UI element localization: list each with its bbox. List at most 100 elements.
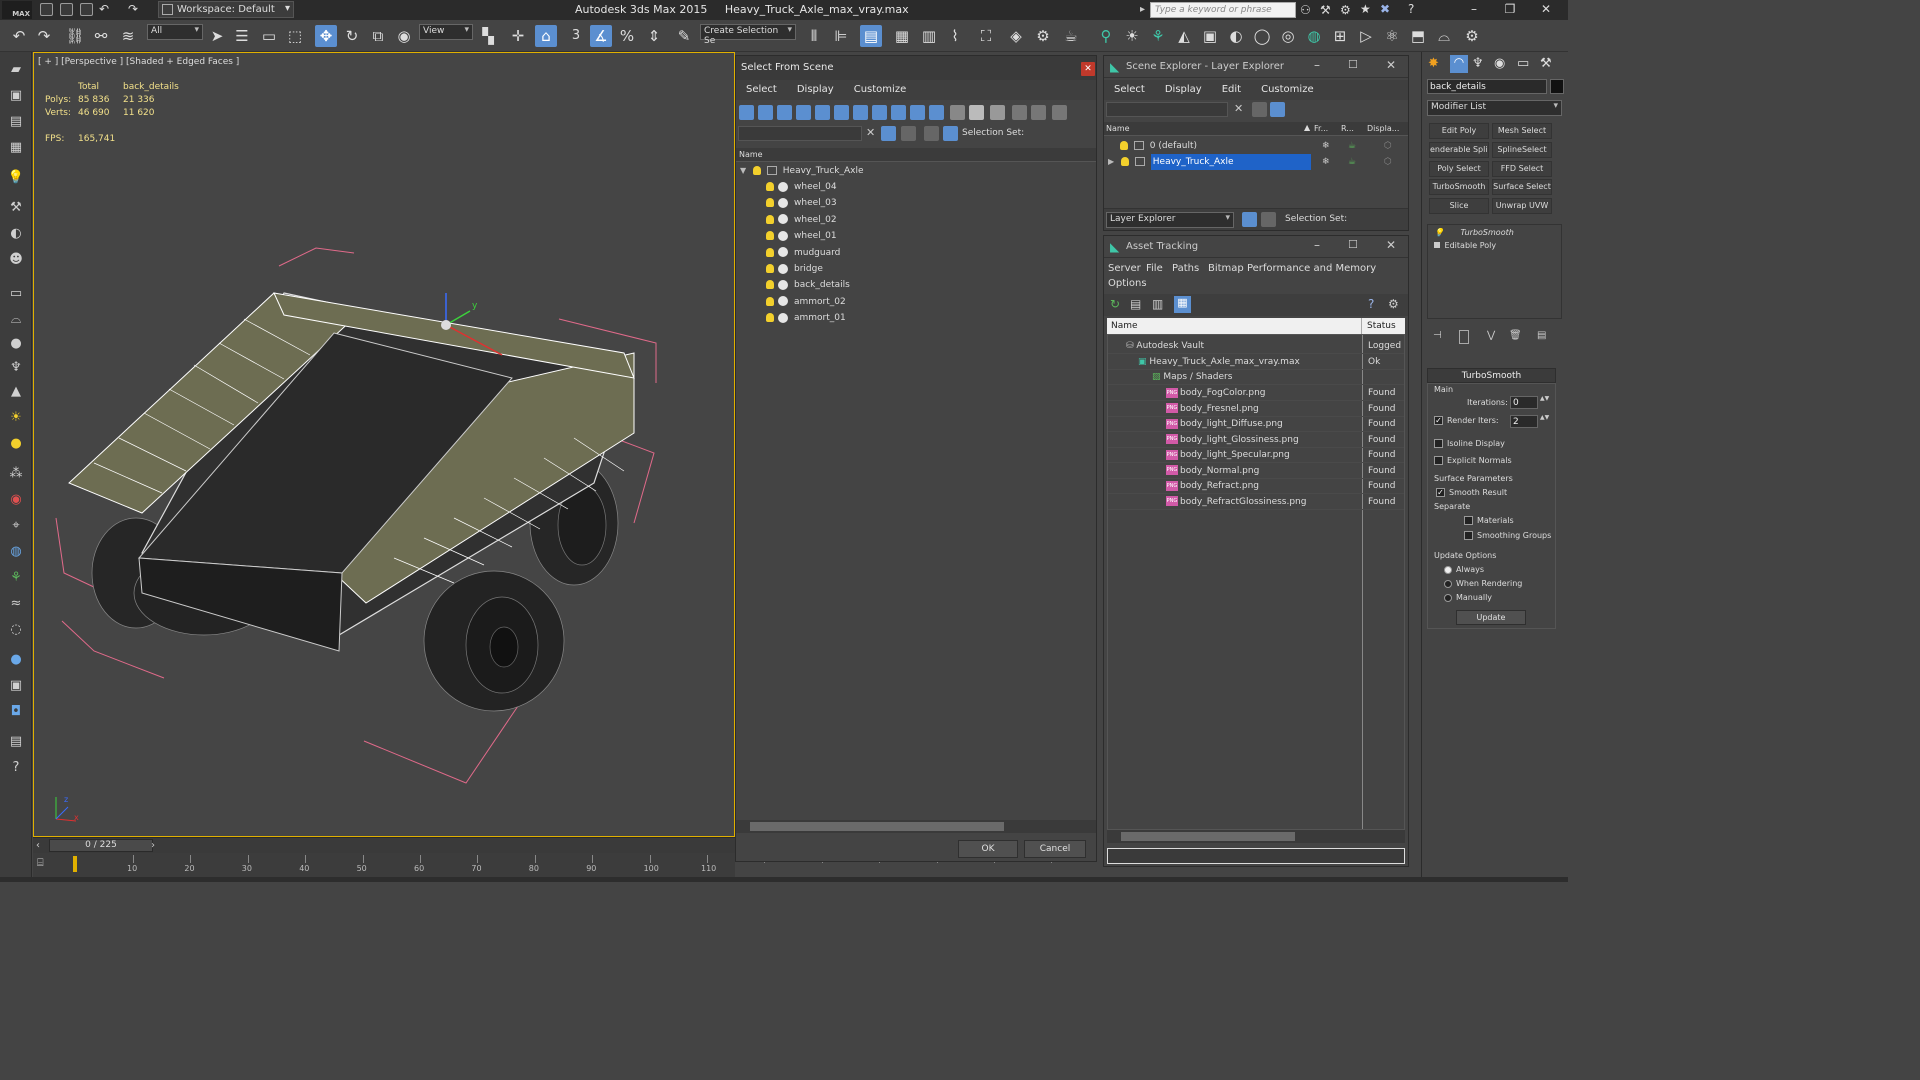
smooth-result-option[interactable]: ✓ Smooth Result (1436, 488, 1507, 497)
move-icon[interactable]: ✥ (315, 25, 337, 47)
mirror-icon[interactable]: ⫴ (803, 25, 825, 47)
light-bulb-icon[interactable]: 💡 (5, 168, 27, 188)
vray-proxy-icon[interactable]: ▣ (1199, 25, 1221, 47)
se-minimize-button[interactable]: – (1314, 58, 1320, 72)
hierarchy-filter-icon[interactable] (1031, 105, 1046, 120)
modifier-button[interactable]: SplineSelect (1492, 141, 1552, 158)
max-logo[interactable]: MAX (2, 1, 32, 19)
at-col-name[interactable]: Name (1111, 321, 1138, 331)
sfs-object-row[interactable]: bridge (736, 261, 1096, 277)
modifier-button[interactable]: enderable Splir (1429, 141, 1489, 158)
manually-radio[interactable] (1444, 593, 1452, 602)
time-slider[interactable]: ‹ 0 / 225 › (33, 837, 735, 853)
smooth-result-checkbox[interactable]: ✓ (1436, 488, 1445, 497)
sfs-hscrollbar[interactable] (736, 820, 1096, 833)
bones-filter-icon[interactable] (891, 105, 906, 120)
se-menu-select[interactable]: Select (1104, 80, 1155, 95)
se-menu-display[interactable]: Display (1155, 80, 1212, 95)
expand-icon[interactable]: ▶ (1108, 157, 1114, 166)
list-view-icon[interactable]: ▤ (1130, 297, 1141, 311)
modifier-button[interactable]: Unwrap UVW (1492, 198, 1552, 215)
physics-icon[interactable]: ◉ (5, 490, 27, 510)
vray-clipper-icon[interactable]: ⊞ (1329, 25, 1351, 47)
vray-sphere-icon[interactable]: ◯ (1251, 25, 1273, 47)
column-divider[interactable] (1361, 318, 1362, 334)
update-button[interactable]: Update (1456, 610, 1526, 625)
sfs-object-row[interactable]: mudguard (736, 245, 1096, 261)
vray-plane-icon[interactable]: ◭ (1173, 25, 1195, 47)
graphite-ribbon-icon[interactable]: ▥ (918, 25, 940, 47)
tools-icon[interactable]: ⚒ (5, 198, 27, 218)
at-maps-row[interactable]: ▨ Maps / Shaders (1108, 370, 1404, 385)
geometry-filter-icon[interactable] (739, 105, 754, 120)
sfs-column-name[interactable]: Name (736, 148, 1096, 162)
render-iters-option[interactable]: ✓ Render Iters: (1434, 416, 1499, 425)
materials-checkbox[interactable] (1464, 516, 1473, 525)
always-radio[interactable] (1444, 565, 1452, 574)
selection-set-icon[interactable] (943, 126, 958, 141)
sfs-menu-customize[interactable]: Customize (844, 80, 917, 95)
create-tab-icon[interactable]: ✸ (1428, 56, 1439, 71)
sfs-object-row[interactable]: wheel_04 (736, 179, 1096, 195)
cancel-button[interactable]: Cancel (1024, 840, 1086, 858)
se-menu-customize[interactable]: Customize (1251, 80, 1324, 95)
rotate-icon[interactable]: ↻ (341, 25, 363, 47)
modifier-button[interactable]: Poly Select (1429, 160, 1489, 177)
at-texture-row[interactable]: PNG body_light_Diffuse.png Found (1108, 417, 1404, 432)
help-search-input[interactable]: Type a keyword or phrase (1150, 2, 1296, 18)
stack-item-turbosmooth[interactable]: 💡 TurboSmooth (1434, 228, 1514, 237)
iterations-spinner[interactable]: 0 (1510, 396, 1538, 409)
at-status-field[interactable] (1107, 848, 1405, 864)
at-maximize-button[interactable]: ☐ (1348, 238, 1358, 251)
at-menu-options[interactable]: Options (1108, 278, 1147, 289)
qa-redo-icon[interactable]: ↷ (128, 2, 138, 16)
sfs-object-row[interactable]: wheel_02 (736, 212, 1096, 228)
favorite-star-icon[interactable]: ★ (1360, 2, 1371, 16)
display-tab-icon[interactable]: ▭ (1517, 56, 1529, 71)
modifier-button[interactable]: TurboSmooth (1429, 179, 1489, 196)
at-texture-row[interactable]: PNG body_RefractGlossiness.png Found (1108, 495, 1404, 510)
se-close-button[interactable]: ✕ (1386, 58, 1396, 72)
smoothing-groups-checkbox[interactable] (1464, 531, 1473, 540)
remove-modifier-icon[interactable]: 🗑 (1509, 330, 1522, 341)
spinner-snap-icon[interactable]: ⇕ (643, 25, 665, 47)
ok-button[interactable]: OK (958, 840, 1018, 858)
sun-icon[interactable]: ☀ (5, 408, 27, 428)
toggle-layer-explorer-icon[interactable]: ▦ (891, 25, 913, 47)
time-prev-icon[interactable]: ‹ (36, 840, 40, 851)
named-selection-set-dropdown[interactable]: Create Selection Se (700, 24, 796, 46)
light-bulb-icon[interactable] (1121, 157, 1130, 166)
place-icon[interactable]: ◉ (393, 25, 415, 47)
object-color-swatch[interactable] (1550, 79, 1564, 94)
link-icon[interactable]: ⛓ (64, 25, 86, 47)
layer-row-heavy-truck-axle[interactable]: ▶ Heavy_Truck_Axle ❄ ☕ ⬡ (1104, 154, 1408, 170)
lights-filter-icon[interactable] (777, 105, 792, 120)
bind-spacewarp-icon[interactable]: ≋ (117, 25, 139, 47)
at-menu-file[interactable]: File (1146, 263, 1163, 274)
freeze-snowflake-icon[interactable]: ❄ (1322, 138, 1330, 154)
filter-funnel-icon[interactable] (1012, 105, 1027, 120)
unlink-icon[interactable]: ⚯ (90, 25, 112, 47)
at-list[interactable]: ⛁ Autodesk Vault Logged ▣ Heavy_Truck_Ax… (1107, 334, 1405, 830)
people-icon[interactable]: ☻ (5, 250, 27, 270)
containers-filter-icon[interactable] (910, 105, 925, 120)
light-bulb-icon[interactable] (1120, 141, 1128, 150)
isoline-option[interactable]: Isoline Display (1434, 439, 1505, 448)
utilities-tab-icon[interactable]: ⚒ (1540, 56, 1552, 71)
sfs-menu-select[interactable]: Select (736, 80, 787, 95)
help-circle-icon[interactable]: ? (5, 758, 27, 778)
motion-tab-icon[interactable]: ◉ (1494, 56, 1505, 71)
light-bulb-icon[interactable]: 💡 (1434, 228, 1444, 237)
sfs-root-row[interactable]: ▼ Heavy_Truck_Axle (736, 163, 1096, 179)
display-box-icon[interactable]: ⬡ (1384, 154, 1392, 170)
table-view-icon[interactable]: ▦ (1174, 296, 1191, 313)
make-unique-icon[interactable]: ⋁ (1487, 330, 1495, 341)
layer-mode-icon[interactable] (1242, 212, 1257, 227)
maximize-button[interactable]: ❐ (1498, 2, 1522, 18)
at-help-icon[interactable]: ? (1368, 297, 1374, 311)
workspace-dropdown[interactable]: Workspace: Default ▾ (158, 1, 294, 18)
dome-icon[interactable]: ⌓ (5, 310, 27, 330)
light-bulb-icon[interactable] (753, 166, 762, 175)
sfs-search-input[interactable] (738, 126, 862, 141)
layer-icon[interactable]: ▤ (5, 112, 27, 132)
